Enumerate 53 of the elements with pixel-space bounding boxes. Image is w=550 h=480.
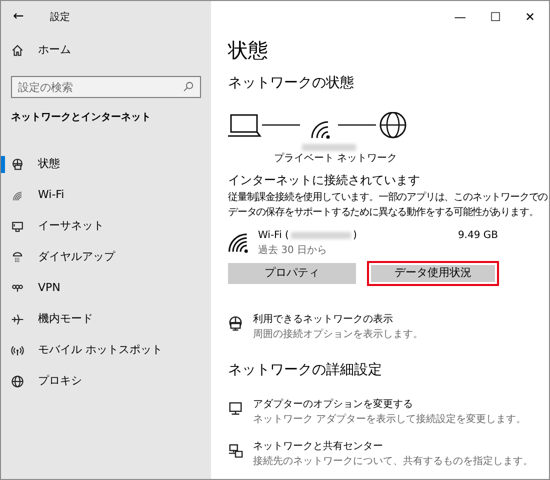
network-icon — [228, 316, 243, 331]
wifi-icon — [228, 233, 248, 253]
settings-link[interactable]: ネットワークと共有センター — [253, 439, 383, 454]
redacted-network-name — [302, 144, 356, 151]
hotspot-icon — [11, 344, 24, 357]
home-link[interactable]: ホーム — [38, 42, 71, 59]
vpn-icon — [11, 282, 24, 295]
connection-name: Wi-Fi ( — [258, 230, 289, 241]
connector-line — [262, 124, 300, 126]
network-type: プライベート ネットワーク — [274, 153, 398, 164]
section-heading: ネットワークの詳細設定 — [228, 361, 383, 380]
data-usage-amount: 9.49 GB — [458, 229, 498, 243]
redacted-network-name — [290, 232, 351, 239]
nav-item[interactable]: イーサネット — [1, 211, 211, 242]
laptop-icon — [228, 114, 262, 137]
globe-icon — [11, 375, 24, 388]
link-description: 接続先のネットワークについて、共有するものを指定します。 — [253, 454, 533, 469]
nav-item[interactable]: 機内モード — [1, 304, 211, 335]
search-field[interactable]: 設定の検索 — [11, 76, 201, 98]
back-button[interactable]: ← — [13, 7, 24, 27]
search-icon — [183, 81, 194, 92]
section-heading: ネットワークとインターネット — [10, 111, 152, 125]
nav-item[interactable]: Wi-Fi — [1, 180, 211, 211]
status-icon — [11, 158, 24, 171]
action-button[interactable]: データ使用状況 — [369, 263, 497, 284]
connection-name: ) — [352, 230, 357, 241]
link-description: ネットワーク アダプターを表示して接続設定を変更します。 — [253, 412, 526, 427]
monitor-icon — [11, 220, 24, 233]
nav-item[interactable]: VPN — [1, 273, 211, 304]
description-text: データの保存をサポートするために異なる動作をする可能性があります。 — [228, 206, 538, 220]
home-icon — [11, 44, 24, 57]
nav-item[interactable]: ダイヤルアップ — [1, 242, 211, 273]
window-control[interactable]: — — [454, 8, 466, 26]
wifi-icon — [11, 189, 24, 202]
globe-icon — [380, 112, 406, 138]
settings-link[interactable]: アダプターのオプションを変更する — [253, 397, 413, 412]
monitor-icon — [228, 401, 243, 416]
window-control[interactable]: ✕ — [524, 8, 535, 26]
connection-status: インターネットに接続されています — [228, 172, 421, 189]
settings-link[interactable]: 利用できるネットワークの表示 — [253, 312, 393, 327]
link-description: 周囲の接続オプションを表示します。 — [253, 328, 423, 342]
airplane-icon — [11, 313, 24, 326]
section-heading: ネットワークの状態 — [228, 74, 355, 93]
window-title: 設定 — [50, 10, 70, 24]
description-text: 従量制課金接続を使用しています。一部のアプリは、このネットワークでの — [228, 191, 548, 205]
connector-line — [338, 124, 376, 126]
window-control[interactable]: ☐ — [490, 8, 501, 26]
nav-item[interactable]: モバイル ホットスポット — [1, 335, 211, 366]
page-title: 状態 — [228, 37, 269, 64]
wifi-icon — [311, 121, 330, 139]
usage-period: 過去 30 日から — [258, 244, 328, 258]
nav-item[interactable]: プロキシ — [1, 366, 211, 397]
action-button[interactable]: プロパティ — [228, 263, 356, 284]
